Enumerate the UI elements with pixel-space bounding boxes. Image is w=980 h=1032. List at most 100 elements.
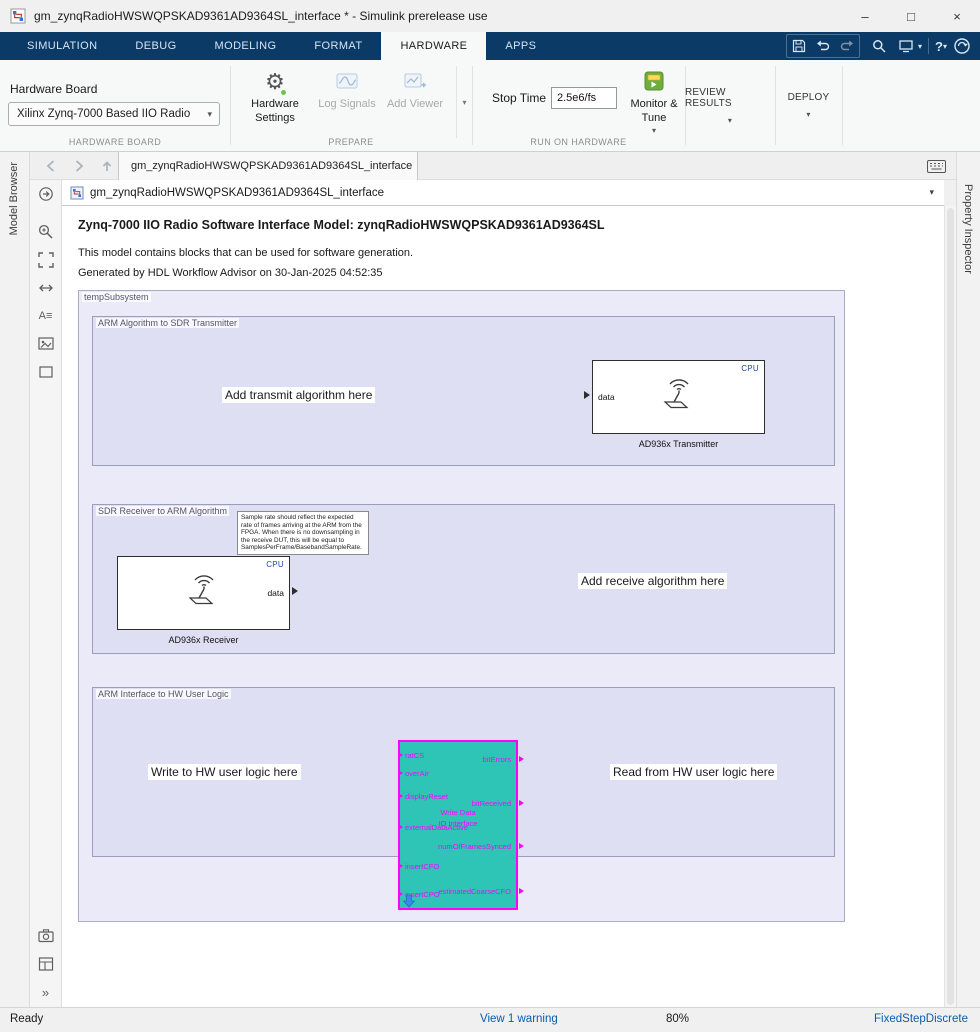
- transmitter-block[interactable]: CPU data AD936x Transmitter: [584, 360, 765, 449]
- input-port-icon[interactable]: [398, 752, 403, 758]
- sample-rate-annotation[interactable]: Sample rate should reflect the expected …: [237, 511, 369, 555]
- zoom-icon[interactable]: [30, 219, 61, 245]
- hardware-board-select[interactable]: Xilinx Zynq-7000 Based IIO Radio ▾: [8, 102, 220, 126]
- hw-read-annotation[interactable]: Read from HW user logic here: [610, 764, 778, 780]
- hw-input-label: overAir: [405, 769, 429, 778]
- solver-link[interactable]: FixedStepDiscrete: [874, 1013, 968, 1025]
- image-icon[interactable]: [30, 331, 61, 357]
- back-icon[interactable]: [38, 155, 64, 177]
- model-file-icon: [70, 186, 84, 200]
- hardware-settings-button[interactable]: ⚙ Hardware Settings: [238, 66, 312, 126]
- log-signals-button[interactable]: Log Signals: [314, 66, 380, 112]
- deploy-button[interactable]: DEPLOY ▾: [775, 60, 842, 151]
- chevron-down-icon: ▾: [806, 110, 811, 119]
- review-results-button[interactable]: REVIEW RESULTS ▾: [685, 60, 775, 151]
- save-icon[interactable]: [787, 35, 811, 57]
- fit-to-view-icon[interactable]: [30, 247, 61, 273]
- receiver-block[interactable]: CPU data AD936x Receiver: [117, 556, 298, 645]
- tab-hardware[interactable]: HARDWARE: [381, 32, 487, 60]
- warning-link[interactable]: View 1 warning: [480, 1013, 558, 1025]
- simulink-app-icon: [10, 8, 26, 24]
- resize-icon[interactable]: [30, 275, 61, 301]
- tab-format[interactable]: FORMAT: [295, 32, 381, 60]
- hw-write-annotation[interactable]: Write to HW user logic here: [148, 764, 301, 780]
- gallery-expander[interactable]: ▾: [456, 66, 472, 138]
- property-inspector-label: Property Inspector: [962, 184, 974, 274]
- output-port-icon[interactable]: [519, 888, 524, 894]
- minimize-icon[interactable]: –: [842, 0, 888, 32]
- model-description: This model contains blocks that can be u…: [78, 247, 414, 259]
- hw-input-label: insertCFO: [405, 862, 440, 871]
- forward-icon[interactable]: [66, 155, 92, 177]
- document-tab-label: gm_zynqRadioHWSWQPSKAD9361AD9364SL_inter…: [131, 160, 413, 172]
- monitor-tune-button[interactable]: Monitor & Tune ▾: [623, 66, 685, 136]
- vertical-scrollbar[interactable]: [944, 206, 956, 1007]
- model-browser-label: Model Browser: [8, 162, 20, 236]
- expand-icon[interactable]: »: [30, 979, 61, 1005]
- antenna-icon: [655, 369, 703, 411]
- sync-icon[interactable]: [950, 35, 974, 57]
- close-icon[interactable]: ×: [934, 0, 980, 32]
- search-icon[interactable]: [867, 35, 891, 57]
- status-bar: Ready View 1 warning 80% FixedStepDiscre…: [0, 1007, 980, 1032]
- hardware-board-label: Hardware Board: [10, 82, 98, 96]
- chevron-down-icon: ▾: [651, 125, 656, 135]
- monitor-tune-label: Monitor & Tune: [630, 98, 678, 124]
- simulink-window: gm_zynqRadioHWSWQPSKAD9361AD9364SL_inter…: [0, 0, 980, 1032]
- hw-output-label: bitErrors: [482, 755, 511, 764]
- chevron-down-icon[interactable]: ▾: [943, 42, 947, 51]
- port-label: data: [598, 392, 615, 402]
- maximize-icon[interactable]: □: [888, 0, 934, 32]
- breadcrumb-model-name: gm_zynqRadioHWSWQPSKAD9361AD9364SL_inter…: [90, 186, 385, 199]
- output-port-icon[interactable]: [519, 843, 524, 849]
- help-icon[interactable]: ?: [935, 39, 943, 54]
- input-port-icon[interactable]: [398, 863, 403, 869]
- chevron-down-icon: ▾: [207, 109, 212, 119]
- hardware-settings-label: Hardware Settings: [251, 98, 299, 124]
- chevron-down-icon[interactable]: ▾: [918, 42, 922, 51]
- viewmarks-icon[interactable]: [30, 951, 61, 977]
- hw-interface-block[interactable]: ratCS overAir displayReset externalDataA…: [398, 740, 524, 910]
- zoom-level: 80%: [666, 1013, 690, 1025]
- rx-annotation[interactable]: Add receive algorithm here: [578, 573, 728, 589]
- input-port-icon[interactable]: [398, 793, 403, 799]
- document-tab[interactable]: gm_zynqRadioHWSWQPSKAD9361AD9364SL_inter…: [118, 152, 418, 180]
- input-port-icon[interactable]: [584, 391, 590, 399]
- stop-time-input[interactable]: [551, 87, 617, 109]
- tab-modeling[interactable]: MODELING: [196, 32, 296, 60]
- model-canvas[interactable]: Zynq-7000 IIO Radio Software Interface M…: [62, 206, 944, 1007]
- navigation-bar: gm_zynqRadioHWSWQPSKAD9361AD9364SL_inter…: [30, 152, 956, 180]
- keyboard-icon[interactable]: [927, 160, 946, 173]
- screenshot-icon[interactable]: [30, 923, 61, 949]
- hw-output-label: bitReceived: [471, 799, 511, 808]
- cpu-tag: CPU: [266, 560, 284, 569]
- gear-badge: [279, 89, 287, 96]
- add-viewer-button[interactable]: Add Viewer: [384, 66, 446, 112]
- tab-apps[interactable]: APPS: [486, 32, 555, 60]
- up-icon[interactable]: [94, 155, 120, 177]
- input-port-icon[interactable]: [398, 770, 403, 776]
- redo-icon[interactable]: [835, 35, 859, 57]
- port-label: data: [267, 588, 284, 598]
- area-transmitter-label: ARM Algorithm to SDR Transmitter: [96, 318, 240, 328]
- tab-simulation[interactable]: SIMULATION: [8, 32, 116, 60]
- link-badge-icon[interactable]: [403, 894, 415, 908]
- chevron-down-icon[interactable]: ▾: [929, 187, 934, 198]
- annotation-icon[interactable]: A≡: [30, 303, 61, 329]
- property-inspector-strip[interactable]: Property Inspector: [956, 152, 980, 1007]
- output-port-icon[interactable]: [519, 756, 524, 762]
- stop-time-label: Stop Time: [492, 91, 547, 105]
- undo-icon[interactable]: [811, 35, 835, 57]
- tab-debug[interactable]: DEBUG: [116, 32, 195, 60]
- output-port-icon[interactable]: [292, 587, 298, 595]
- output-port-icon[interactable]: [519, 800, 524, 806]
- area-icon[interactable]: [30, 359, 61, 385]
- breadcrumb[interactable]: gm_zynqRadioHWSWQPSKAD9361AD9364SL_inter…: [62, 180, 944, 206]
- navigate-icon[interactable]: [30, 181, 61, 207]
- chevron-down-icon: ▾: [462, 97, 467, 107]
- screens-icon[interactable]: [894, 35, 918, 57]
- scrollbar-thumb[interactable]: [947, 208, 954, 1005]
- tx-annotation[interactable]: Add transmit algorithm here: [222, 387, 376, 403]
- model-browser-strip[interactable]: Model Browser: [0, 152, 30, 1007]
- deploy-label: DEPLOY: [787, 92, 830, 103]
